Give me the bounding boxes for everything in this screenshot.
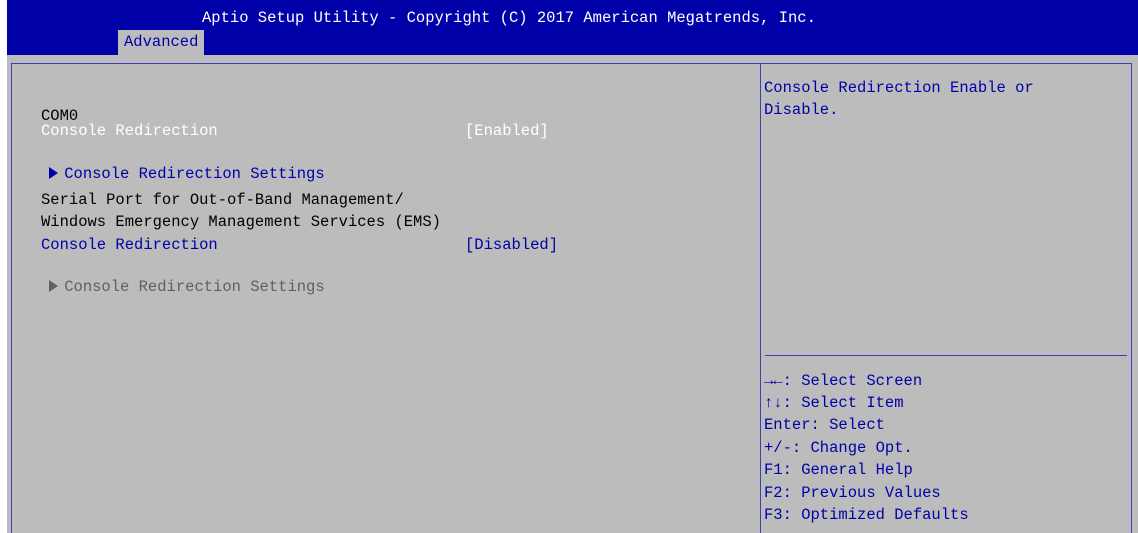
- com0-settings-label: Console Redirection Settings: [64, 165, 325, 183]
- app-title: Aptio Setup Utility - Copyright (C) 2017…: [202, 9, 816, 27]
- sol-heading-line2: Windows Emergency Management Services (E…: [41, 213, 441, 231]
- ems-console-redirection-label[interactable]: Console Redirection: [41, 236, 218, 254]
- ems-console-redirection-value[interactable]: [Disabled]: [465, 236, 558, 254]
- ems-settings-label: Console Redirection Settings: [64, 278, 325, 296]
- sol-heading-line1: Serial Port for Out-of-Band Management/: [41, 191, 404, 209]
- key-optimized-defaults: F3: Optimized Defaults: [764, 506, 969, 524]
- key-general-help: F1: General Help: [764, 461, 913, 479]
- key-enter-select: Enter: Select: [764, 416, 885, 434]
- help-divider: [765, 355, 1127, 356]
- main-panel: COM0 Console Redirection [Enabled] Conso…: [7, 55, 1138, 533]
- submenu-arrow-icon: [49, 280, 59, 292]
- key-select-screen: →←: Select Screen: [764, 372, 923, 390]
- help-text-line1: Console Redirection Enable or: [764, 79, 1034, 97]
- ems-console-redirection-settings: Console Redirection Settings: [12, 260, 325, 314]
- key-previous-values: F2: Previous Values: [764, 484, 941, 502]
- submenu-arrow-icon: [49, 167, 59, 179]
- key-change-opt: +/-: Change Opt.: [764, 439, 913, 457]
- tab-advanced[interactable]: Advanced: [118, 30, 205, 55]
- title-bar: Aptio Setup Utility - Copyright (C) 2017…: [7, 0, 1138, 55]
- com0-console-redirection-value[interactable]: [Enabled]: [465, 122, 549, 140]
- key-select-item: ↑↓: Select Item: [764, 394, 904, 412]
- com0-console-redirection-label[interactable]: Console Redirection: [41, 122, 218, 140]
- help-text-line2: Disable.: [764, 101, 839, 119]
- vertical-divider: [760, 63, 761, 533]
